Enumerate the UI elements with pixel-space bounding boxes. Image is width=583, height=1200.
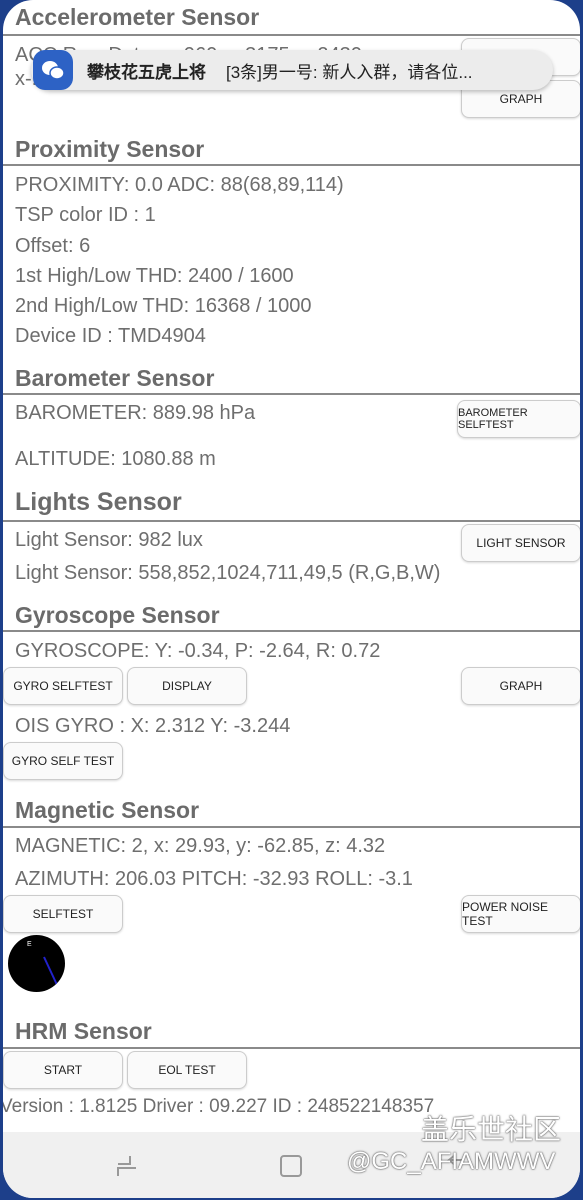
mag-selftest-button[interactable]: SELFTEST [3, 895, 123, 933]
second-thd: 2nd High/Low THD: 16368 / 1000 [15, 295, 312, 317]
divider [3, 34, 580, 36]
magnetic-title: Magnetic Sensor [15, 797, 200, 823]
gyro-graph-button[interactable]: GRAPH [461, 667, 580, 705]
altitude-value: ALTITUDE: 1080.88 m [15, 448, 216, 470]
sensor-test-screen: Accelerometer Sensor ACC Raw Data: ... 9… [3, 0, 580, 1198]
divider [3, 1047, 580, 1049]
divider [3, 164, 580, 166]
magnetic-value: MAGNETIC: 2, x: 29.93, y: -62.85, z: 4.3… [15, 835, 386, 857]
first-thd: 1st High/Low THD: 2400 / 1600 [15, 265, 294, 287]
ois-gyro-value: OIS GYRO : X: 2.312 Y: -3.244 [15, 715, 291, 737]
divider [3, 826, 580, 828]
device-id: Device ID : TMD4904 [15, 325, 206, 347]
divider [3, 520, 580, 522]
home-icon[interactable] [279, 1154, 303, 1178]
barometer-title: Barometer Sensor [15, 365, 215, 391]
compass-icon: E [8, 935, 65, 992]
barometer-value: BAROMETER: 889.98 hPa [15, 402, 256, 424]
barometer-selftest-button[interactable]: BAROMETER SELFTEST [457, 400, 580, 438]
light-rgbw: Light Sensor: 558,852,1024,711,49,5 (R,G… [15, 562, 441, 584]
lights-title: Lights Sensor [15, 488, 182, 516]
hrm-start-button[interactable]: START [3, 1051, 123, 1089]
light-sensor-button[interactable]: LIGHT SENSOR [461, 524, 580, 562]
power-noise-test-button[interactable]: POWER NOISE TEST [461, 895, 580, 933]
compass-label: E [27, 941, 32, 948]
gyroscope-value: GYROSCOPE: Y: -0.34, P: -2.64, R: 0.72 [15, 640, 381, 662]
proximity-value: PROXIMITY: 0.0 ADC: 88(68,89,114) [15, 174, 344, 196]
divider [3, 393, 580, 395]
notification-sender: 攀枝花五虎上将 [87, 62, 206, 82]
recent-apps-icon[interactable] [115, 1154, 139, 1178]
hrm-info: Version : 1.8125 Driver : 09.227 ID : 24… [3, 1096, 435, 1117]
light-lux: Light Sensor: 982 lux [15, 529, 203, 551]
hrm-title: HRM Sensor [15, 1018, 152, 1044]
orientation-value: AZIMUTH: 206.03 PITCH: -32.93 ROLL: -3.1 [15, 868, 413, 890]
gyroscope-title: Gyroscope Sensor [15, 602, 220, 628]
wechat-notification[interactable]: 攀枝花五虎上将 [3条]男一号: 新人入群，请各位... [31, 50, 553, 90]
compass-needle [43, 956, 59, 987]
ois-gyro-selftest-button[interactable]: GYRO SELF TEST [3, 742, 123, 780]
gyro-selftest-button[interactable]: GYRO SELFTEST [3, 667, 123, 705]
accelerometer-title: Accelerometer Sensor [15, 4, 260, 30]
divider [3, 630, 580, 632]
gyro-display-button[interactable]: DISPLAY [127, 667, 247, 705]
offset: Offset: 6 [15, 235, 91, 257]
hrm-eol-test-button[interactable]: EOL TEST [127, 1051, 247, 1089]
tsp-color-id: TSP color ID : 1 [15, 204, 156, 226]
proximity-title: Proximity Sensor [15, 136, 205, 162]
notification-message: [3条]男一号: 新人入群，请各位... [226, 62, 473, 82]
watermark-handle: @GC_AFIAMWWV [347, 1148, 556, 1175]
wechat-icon [33, 50, 73, 90]
watermark-logo: 盖乐世社区 [421, 1114, 562, 1145]
